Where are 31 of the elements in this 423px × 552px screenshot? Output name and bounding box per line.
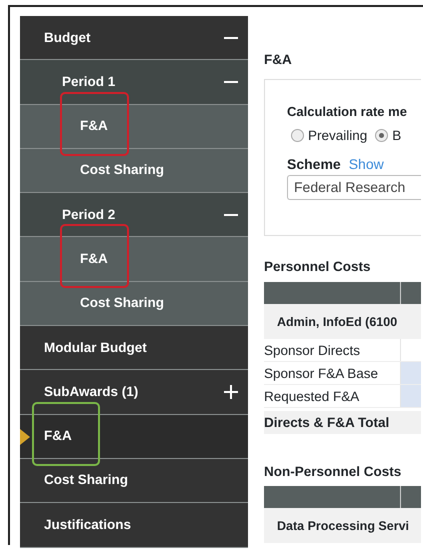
scheme-field[interactable]: Federal Research (287, 175, 421, 200)
section-title: Non-Personnel Costs (264, 462, 402, 480)
active-marker-icon (20, 428, 30, 445)
nav-item[interactable]: F&A (20, 104, 248, 149)
nav-item[interactable]: Cost Sharing (20, 148, 248, 194)
value-cell[interactable] (401, 362, 421, 384)
nav-item[interactable]: Cost Sharing (20, 458, 248, 504)
page-title: F&A (264, 51, 293, 69)
value-cell[interactable] (401, 384, 421, 406)
nav-item[interactable]: Justifications (20, 503, 248, 548)
nav-item[interactable]: Cost Sharing (20, 282, 248, 326)
radio-label: B (392, 126, 402, 145)
expand-icon[interactable] (224, 385, 238, 400)
total-row: Directs & F&A Total (264, 410, 421, 434)
nav-item[interactable]: Period 2 (20, 193, 248, 238)
nav-item[interactable]: F&A (20, 237, 248, 282)
section-title: Personnel Costs (264, 258, 372, 276)
nav-item[interactable]: F&A (20, 414, 248, 459)
show-link[interactable]: Show (348, 154, 384, 175)
scheme-label: Scheme (287, 155, 341, 174)
radio-button[interactable] (375, 129, 388, 142)
nav-item[interactable]: Budget (20, 16, 248, 60)
radio-button[interactable] (291, 129, 304, 142)
group-row: Admin, InfoEd (6100 (264, 304, 421, 338)
nav-item[interactable]: Modular Budget (20, 326, 248, 370)
radio-label: Prevailing (308, 126, 368, 145)
nav-item[interactable]: SubAwards (1) (20, 370, 248, 415)
nav-item[interactable]: Period 1 (20, 60, 248, 105)
group-row: Data Processing Servi (264, 508, 421, 543)
row-label: Sponsor Directs (264, 338, 401, 360)
rate-method-label: Calculation rate me (287, 103, 408, 122)
